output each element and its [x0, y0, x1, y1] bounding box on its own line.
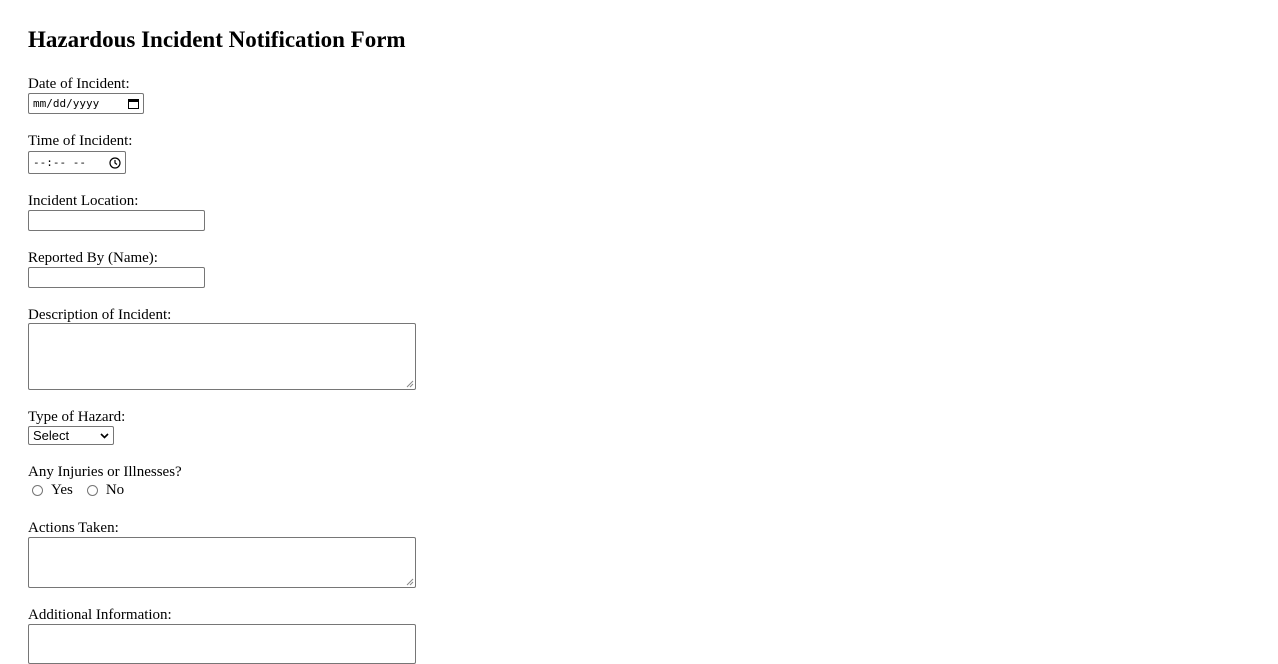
injuries-label: Any Injuries or Illnesses? [28, 464, 182, 480]
additional-info-textarea[interactable] [28, 624, 416, 664]
additional-info-label: Additional Information: [28, 607, 172, 623]
location-input[interactable] [28, 210, 205, 231]
resize-handle-icon[interactable] [406, 578, 414, 586]
reported-by-label: Reported By (Name): [28, 250, 158, 266]
description-label: Description of Incident: [28, 307, 172, 323]
injuries-no-radio[interactable] [86, 485, 98, 496]
time-input[interactable]: --:-- -- [28, 151, 126, 174]
location-label: Incident Location: [28, 193, 139, 209]
date-input[interactable]: mm/dd/yyyy [28, 93, 144, 114]
injuries-no-label: No [105, 482, 125, 498]
time-placeholder: --:-- -- [33, 156, 86, 169]
actions-textarea[interactable] [28, 537, 416, 588]
resize-handle-icon[interactable] [406, 380, 414, 388]
clock-icon[interactable] [109, 156, 121, 169]
reported-by-input[interactable] [28, 267, 205, 288]
hazard-type-selected: Select [33, 428, 70, 443]
date-placeholder: mm/dd/yyyy [33, 97, 100, 110]
page-title: Hazardous Incident Notification Form [28, 27, 406, 52]
injuries-yes-label: Yes [51, 482, 73, 498]
actions-label: Actions Taken: [28, 520, 119, 536]
hazard-type-select[interactable]: Select [28, 426, 114, 445]
description-textarea[interactable] [28, 323, 416, 390]
injuries-yes-radio[interactable] [32, 485, 43, 496]
date-label: Date of Incident: [28, 76, 130, 92]
injuries-radio-group: Yes No [32, 482, 138, 499]
calendar-icon[interactable] [128, 98, 139, 109]
chevron-down-icon [100, 432, 109, 439]
hazard-type-label: Type of Hazard: [28, 409, 126, 425]
time-label: Time of Incident: [28, 133, 133, 149]
